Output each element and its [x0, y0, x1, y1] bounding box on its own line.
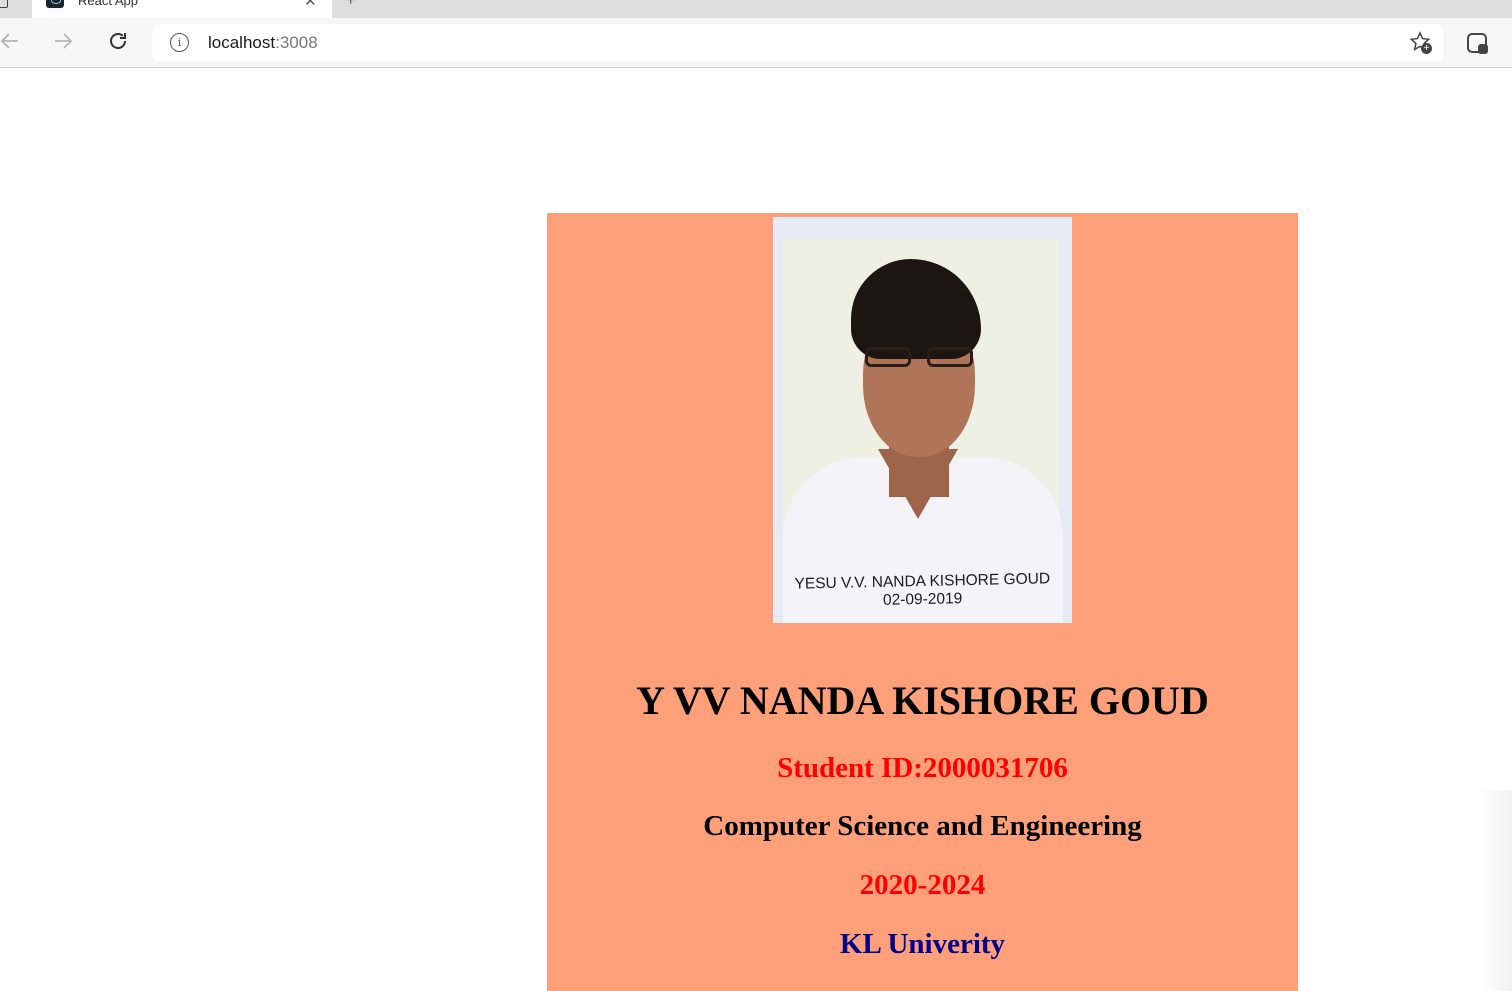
- tab-close-icon[interactable]: ✕: [304, 0, 317, 10]
- favorite-add-icon[interactable]: +: [1408, 30, 1432, 54]
- student-card: YESU V.V. NANDA KISHORE GOUD 02-09-2019 …: [547, 213, 1298, 991]
- back-arrow-icon[interactable]: [0, 27, 24, 55]
- url-port: :3008: [275, 33, 318, 52]
- photo-glasses: [865, 347, 973, 369]
- student-years: 2020-2024: [859, 869, 986, 901]
- extension-icon[interactable]: [1467, 33, 1488, 54]
- tab-title: React App: [78, 0, 138, 8]
- forward-arrow-icon[interactable]: [49, 27, 77, 55]
- browser-toolbar: i localhost:3008 +: [0, 18, 1512, 68]
- student-university: KL Univerity: [839, 928, 1006, 960]
- student-name: Y VV NANDA KISHORE GOUD: [636, 678, 1209, 723]
- student-branch: Computer Science and Engineering: [703, 810, 1142, 842]
- url-host: localhost: [208, 33, 276, 52]
- window-edge-shadow: [1478, 790, 1512, 991]
- url-text[interactable]: localhost:3008: [208, 33, 318, 53]
- reload-icon[interactable]: [104, 27, 132, 55]
- student-photo: YESU V.V. NANDA KISHORE GOUD 02-09-2019: [773, 217, 1072, 623]
- browser-tab[interactable]: React App ✕: [32, 0, 332, 18]
- info-icon[interactable]: i: [170, 33, 189, 52]
- photo-caption: YESU V.V. NANDA KISHORE GOUD 02-09-2019: [773, 570, 1072, 612]
- react-favicon-icon: [46, 0, 64, 8]
- photo-collar: [878, 449, 958, 519]
- tab-actions-icon[interactable]: [0, 0, 8, 8]
- tab-strip: React App ✕ +: [0, 0, 1512, 18]
- new-tab-button[interactable]: +: [346, 0, 355, 10]
- student-id: Student ID:2000031706: [777, 752, 1068, 784]
- address-bar[interactable]: i localhost:3008 +: [153, 24, 1443, 61]
